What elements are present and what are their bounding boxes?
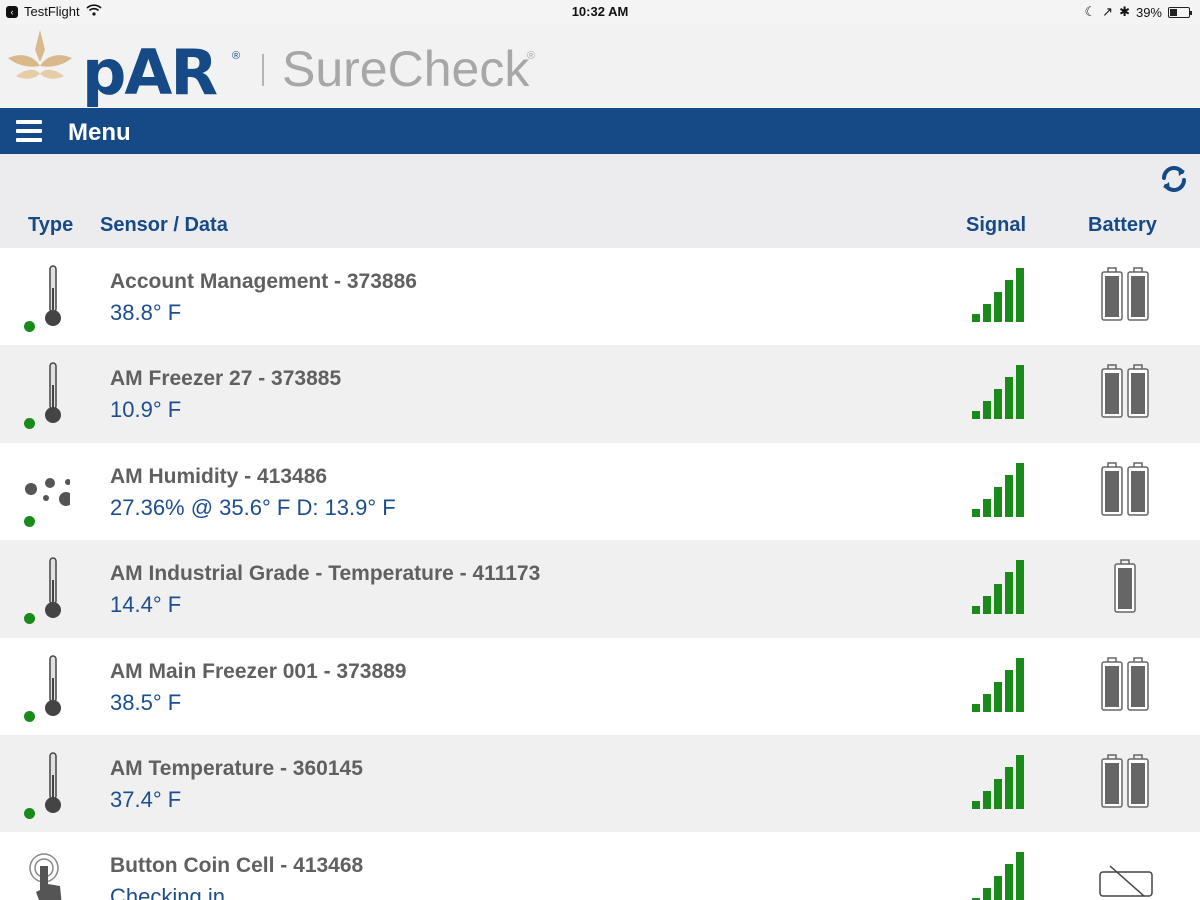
bluetooth-icon: ✱ xyxy=(1119,4,1130,19)
signal-strength-icon xyxy=(970,266,1030,324)
status-bar: ‹ TestFlight 10:32 AM ☾ ↗ ✱ 39% xyxy=(0,0,1200,24)
sensor-name: Button Coin Cell - 413468 xyxy=(110,854,364,878)
sensor-row[interactable]: Account Management - 373886 38.8° F xyxy=(0,248,1200,346)
status-dot xyxy=(24,807,35,819)
battery-dual-icon xyxy=(1096,753,1156,811)
column-header-type[interactable]: Type xyxy=(28,214,73,237)
sensor-row[interactable]: Button Coin Cell - 413468 Checking in xyxy=(0,832,1200,900)
moon-icon: ☾ xyxy=(1084,4,1097,19)
sensor-reading: 38.5° F xyxy=(110,689,182,715)
sensor-name: Account Management - 373886 xyxy=(110,270,417,293)
brand-divider xyxy=(262,54,264,86)
menu-button[interactable]: Menu xyxy=(68,119,131,147)
status-dot xyxy=(24,710,35,722)
signal-strength-icon xyxy=(970,753,1030,811)
button-icon xyxy=(20,848,70,900)
sensor-reading: 14.4° F xyxy=(110,592,182,618)
battery-dual-icon xyxy=(1096,461,1156,519)
brand-company-name: pAR xyxy=(82,36,218,109)
signal-strength-icon xyxy=(970,363,1030,421)
signal-strength-icon xyxy=(970,656,1030,714)
status-dot xyxy=(24,321,35,332)
signal-strength-icon xyxy=(970,850,1030,900)
battery-percent: 39% xyxy=(1135,4,1162,20)
status-time: 10:32 AM xyxy=(571,4,629,19)
battery-coin-icon xyxy=(1096,850,1156,900)
battery-status-icon xyxy=(1168,6,1192,18)
sensor-name: AM Humidity - 413486 xyxy=(110,464,328,488)
sensor-name: AM Freezer 27 - 373885 xyxy=(110,367,342,391)
product-registered-mark: ® xyxy=(527,50,536,62)
signal-strength-icon xyxy=(970,558,1030,616)
menu-bar: Menu xyxy=(0,108,1200,154)
column-header-signal[interactable]: Signal xyxy=(966,214,1026,237)
battery-dual-icon xyxy=(1096,266,1156,324)
sensor-reading: 27.36% @ 35.6° F D: 13.9° F xyxy=(110,494,396,520)
sensor-reading: Checking in xyxy=(110,884,225,900)
sensor-reading: 37.4° F xyxy=(110,786,182,812)
column-header-battery[interactable]: Battery xyxy=(1088,214,1157,237)
refresh-icon[interactable] xyxy=(1158,163,1190,195)
par-leaf-logo-icon xyxy=(4,28,76,95)
brand-product-name: SureCheck xyxy=(282,41,530,97)
brand-header: pAR ® SureCheck ® xyxy=(0,24,1200,108)
signal-strength-icon xyxy=(970,461,1030,519)
location-icon: ↗ xyxy=(1102,4,1114,19)
battery-dual-icon xyxy=(1096,363,1156,421)
toolbar xyxy=(0,154,1200,204)
status-bar-right: ☾ ↗ ✱ 39% xyxy=(1084,4,1192,20)
column-header-sensor[interactable]: Sensor / Data xyxy=(100,214,228,237)
sensor-reading: 10.9° F xyxy=(110,397,182,423)
sensor-row[interactable]: AM Temperature - 360145 37.4° F xyxy=(0,734,1200,833)
sensor-row[interactable]: AM Main Freezer 001 - 373889 38.5° F xyxy=(0,637,1200,735)
hamburger-icon[interactable] xyxy=(16,120,42,142)
brand-registered-mark: ® xyxy=(232,50,241,62)
sensor-row[interactable]: AM Industrial Grade - Temperature - 4111… xyxy=(0,540,1200,638)
sensor-name: AM Industrial Grade - Temperature - 4111… xyxy=(110,562,541,586)
sensor-list[interactable]: Account Management - 373886 38.8° F AM Fre… xyxy=(0,248,1200,900)
sensor-row[interactable]: AM Humidity - 413486 27.36% @ 35.6° F D: … xyxy=(0,442,1200,541)
battery-single-icon xyxy=(1096,558,1156,616)
sensor-reading: 38.8° F xyxy=(110,300,182,325)
battery-level-fill xyxy=(1170,8,1178,16)
sensor-row[interactable]: AM Freezer 27 - 373885 10.9° F xyxy=(0,345,1200,443)
sensor-name: AM Temperature - 360145 xyxy=(110,756,363,780)
battery-dual-icon xyxy=(1096,656,1156,714)
column-headers: Type Sensor / Data Signal Battery xyxy=(0,204,1200,248)
sensor-name: AM Main Freezer 001 - 373889 xyxy=(110,659,407,683)
status-dot xyxy=(24,515,35,527)
